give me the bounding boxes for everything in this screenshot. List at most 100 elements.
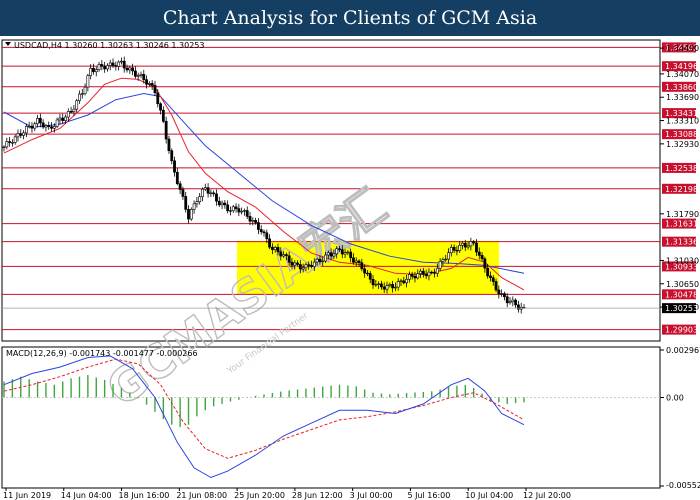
candle-body — [511, 299, 515, 303]
candle-body — [164, 120, 168, 140]
candle-body — [287, 255, 291, 263]
candle-body — [16, 133, 20, 138]
candle-body — [259, 229, 263, 233]
candle-body — [435, 268, 439, 274]
candle-body — [240, 210, 244, 213]
page-title: Chart Analysis for Clients of GCM Asia — [0, 0, 700, 36]
candle-body — [24, 125, 28, 134]
candle-body — [514, 299, 518, 306]
candle-body — [229, 210, 232, 212]
candle-body — [80, 93, 84, 95]
candle-body — [167, 138, 171, 151]
level-label: 1.31336 — [665, 238, 698, 247]
candle-body — [262, 231, 266, 234]
candle-body — [480, 255, 484, 260]
candle-body — [424, 273, 428, 277]
candle-body — [122, 60, 126, 69]
candle-body — [494, 281, 498, 291]
candle-body — [332, 253, 336, 257]
y-tick-label: 1.31030 — [666, 256, 699, 265]
level-label: 1.33088 — [665, 130, 698, 139]
candle-body — [153, 85, 157, 94]
candle-body — [147, 83, 151, 85]
candle-body — [503, 293, 506, 298]
candle-body — [293, 262, 297, 266]
candle-body — [380, 283, 383, 288]
chart-area: 1.345021.341961.338601.334311.330881.325… — [1, 39, 700, 500]
candle-body — [391, 284, 395, 289]
candle-body — [133, 70, 137, 77]
candle-body — [318, 258, 322, 262]
candle-body — [366, 272, 369, 275]
candle-body — [360, 262, 364, 270]
candle-body — [338, 248, 341, 250]
candle-body — [444, 258, 448, 261]
y-tick-label: 1.32930 — [666, 140, 699, 149]
candle-body — [385, 285, 389, 290]
level-label: 1.31631 — [665, 220, 698, 229]
candle-body — [237, 208, 241, 213]
candle-body — [97, 64, 101, 70]
candle-body — [198, 196, 202, 202]
candle-body — [382, 286, 386, 290]
x-tick-label: 28 Jun 12:00 — [292, 491, 343, 500]
x-tick-label: 21 Jun 08:00 — [176, 491, 227, 500]
candle-body — [36, 117, 39, 125]
candle-body — [452, 247, 456, 251]
x-tick-label: 18 Jun 16:00 — [119, 491, 170, 500]
candle-body — [251, 220, 255, 222]
candle-body — [2, 146, 6, 149]
macd-pane — [1, 346, 661, 489]
candle-body — [150, 83, 154, 86]
candle-body — [142, 74, 146, 80]
y-tick-label: 1.33310 — [666, 117, 699, 126]
chart-page: Chart Analysis for Clients of GCM Asia 1… — [0, 0, 700, 500]
candle-body — [64, 116, 67, 121]
candle-body — [103, 65, 107, 70]
candle-body — [419, 270, 422, 274]
candle-body — [469, 241, 473, 247]
candle-body — [209, 192, 213, 194]
candle-body — [41, 122, 45, 128]
candle-body — [170, 150, 174, 162]
y-tick-label: 1.34070 — [666, 70, 699, 79]
candle-body — [69, 111, 73, 113]
candle-body — [475, 242, 478, 253]
candle-body — [128, 67, 132, 71]
candle-body — [125, 67, 129, 71]
candle-body — [212, 192, 216, 195]
candle-body — [477, 251, 481, 256]
candle-body — [75, 100, 79, 110]
candle-body — [430, 271, 434, 274]
candle-body — [298, 264, 302, 270]
x-tick-label: 10 Jul 04:00 — [465, 491, 513, 500]
candle-body — [257, 222, 260, 230]
candle-body — [284, 254, 288, 257]
candle-body — [175, 171, 179, 185]
macd-tick-label: 0.002967 — [666, 346, 700, 355]
candle-body — [393, 286, 397, 289]
candle-body — [315, 258, 319, 263]
candle-body — [497, 289, 501, 295]
candle-body — [388, 284, 392, 286]
candle-body — [396, 281, 400, 288]
candle-body — [374, 284, 378, 286]
candle-body — [466, 245, 470, 248]
candle-body — [117, 61, 121, 67]
candle-body — [273, 247, 277, 250]
x-tick-label: 3 Jul 00:00 — [350, 491, 393, 500]
candle-body — [187, 209, 190, 220]
candle-body — [226, 204, 230, 212]
candle-body — [8, 141, 11, 143]
candle-body — [441, 259, 445, 262]
candle-body — [486, 267, 490, 277]
candle-body — [184, 196, 188, 210]
y-tick-label: 1.30650 — [666, 280, 699, 289]
symbol-info: USDCAD,H4 1.30260 1.30263 1.30246 1.3025… — [14, 41, 204, 50]
candle-body — [371, 278, 375, 286]
candle-body — [234, 206, 238, 209]
candle-body — [270, 246, 274, 250]
macd-tick-label: -0.005529 — [666, 481, 700, 490]
x-tick-label: 25 Jun 20:00 — [234, 491, 285, 500]
level-label: 1.33860 — [665, 83, 698, 92]
